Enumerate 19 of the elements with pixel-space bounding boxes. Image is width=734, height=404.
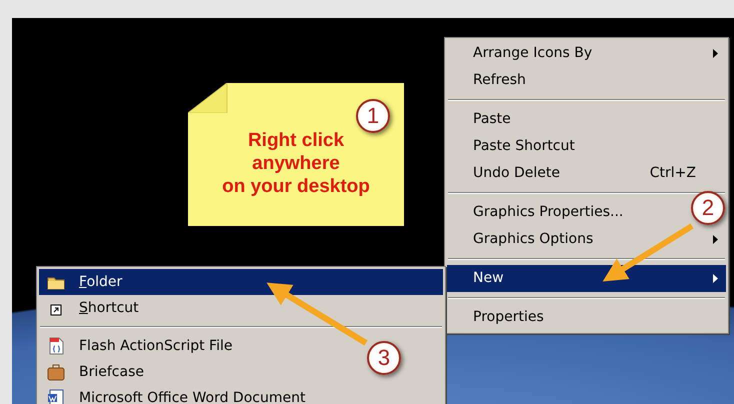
menu-item[interactable]: Shortcut [39, 295, 443, 321]
submenu-arrow-icon [713, 274, 718, 283]
menu-item[interactable]: New [447, 265, 726, 292]
submenu-arrow-icon [713, 49, 718, 58]
menu-item[interactable]: Graphics Options [447, 226, 726, 253]
menu-item[interactable]: Folder [39, 269, 443, 295]
menu-item[interactable]: Arrange Icons By [447, 40, 726, 67]
menu-item[interactable]: Paste Shortcut [447, 133, 726, 160]
menu-item[interactable]: Paste [447, 106, 726, 133]
menu-item[interactable]: Undo Delete Ctrl+Z [447, 160, 726, 187]
menu-item[interactable]: Refresh [447, 67, 726, 94]
briefcase-icon [47, 363, 65, 381]
folded-corner-icon [188, 83, 228, 113]
script-file-icon [47, 337, 65, 355]
shortcut-text: Ctrl+Z [650, 164, 696, 183]
menu-item[interactable]: Microsoft Office Word Document [39, 385, 443, 404]
menu-item[interactable]: Properties [447, 304, 726, 331]
submenu-arrow-icon [713, 235, 718, 244]
document-icon [47, 389, 65, 404]
